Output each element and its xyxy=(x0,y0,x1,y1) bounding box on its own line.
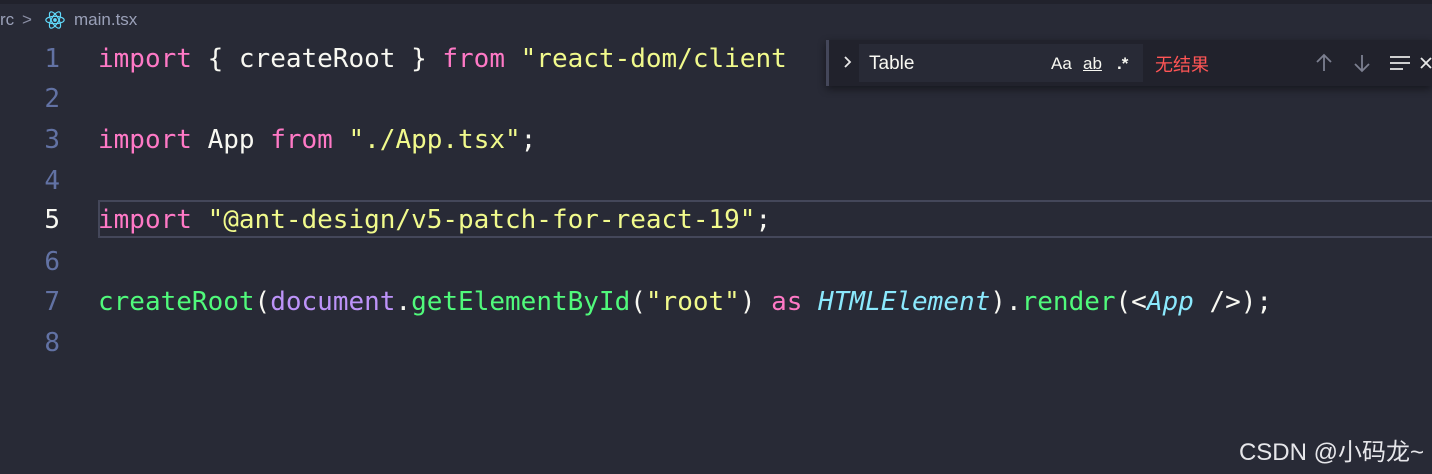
function-name: createRoot xyxy=(98,287,255,317)
code-text: ; xyxy=(520,125,537,155)
code-text: ; xyxy=(755,205,772,235)
code-text: (< xyxy=(1115,287,1147,317)
code-line-1[interactable]: import { createRoot } from "react-dom/cl… xyxy=(98,39,787,79)
find-query: Table xyxy=(869,53,915,74)
code-line-3[interactable]: import App from "./App.tsx"; xyxy=(98,120,536,160)
breadcrumb: rc > main.tsx xyxy=(0,0,1432,40)
code-text: App xyxy=(191,125,271,155)
breadcrumb-file[interactable]: main.tsx xyxy=(74,10,137,30)
code-text: . xyxy=(395,287,412,317)
breadcrumb-separator: > xyxy=(22,10,32,29)
code-line-7[interactable]: createRoot(document.getElementById("root… xyxy=(98,282,1272,322)
line-number: 6 xyxy=(44,247,60,277)
string-literal: "@ant-design/v5-patch-for-react-19" xyxy=(207,205,756,235)
type-name: HTMLElement xyxy=(818,287,991,317)
whole-word-toggle[interactable]: ab xyxy=(1083,54,1102,74)
code-text: { createRoot } xyxy=(191,44,443,74)
line-number: 1 xyxy=(44,44,60,74)
find-in-selection-icon[interactable] xyxy=(1385,48,1415,78)
find-widget: Table Aa ab .* 无结果 xyxy=(826,40,1432,86)
function-name: getElementById xyxy=(411,287,631,317)
code-text: ). xyxy=(990,287,1022,317)
string-literal: "./App.tsx" xyxy=(348,125,521,155)
match-case-toggle[interactable]: Aa xyxy=(1051,54,1072,74)
line-number: 7 xyxy=(44,287,60,317)
code-text: ) xyxy=(739,287,772,317)
string-literal: "react-dom/client xyxy=(520,44,787,74)
line-number-active: 5 xyxy=(44,205,60,235)
line-number: 4 xyxy=(44,166,60,196)
line-number: 3 xyxy=(44,125,60,155)
keyword: import xyxy=(98,125,192,155)
type-name: App xyxy=(1146,287,1194,317)
keyword: import xyxy=(98,205,192,235)
line-number: 8 xyxy=(44,328,60,358)
code-text: ( xyxy=(630,287,646,317)
function-name: render xyxy=(1021,287,1116,317)
find-input[interactable]: Table Aa ab .* xyxy=(859,44,1143,82)
keyword: from xyxy=(442,44,505,74)
code-line-5[interactable]: import "@ant-design/v5-patch-for-react-1… xyxy=(98,200,771,240)
close-icon[interactable] xyxy=(1417,48,1432,78)
watermark: CSDN @小码龙~ xyxy=(1238,439,1424,466)
arrow-down-icon[interactable] xyxy=(1347,48,1377,78)
keyword: as xyxy=(771,287,803,317)
react-icon xyxy=(45,11,65,29)
keyword: from xyxy=(270,125,333,155)
breadcrumb-folder[interactable]: rc xyxy=(0,10,14,30)
code-text: ( xyxy=(254,287,271,317)
variable-name: document xyxy=(270,287,396,317)
arrow-up-icon[interactable] xyxy=(1309,48,1339,78)
find-result-status: 无结果 xyxy=(1155,55,1209,75)
code-text: />); xyxy=(1193,287,1273,317)
chevron-right-icon[interactable] xyxy=(837,49,859,75)
regex-toggle[interactable]: .* xyxy=(1117,54,1128,74)
string-literal: "root" xyxy=(645,287,740,317)
keyword: import xyxy=(98,44,192,74)
line-number: 2 xyxy=(44,84,60,114)
